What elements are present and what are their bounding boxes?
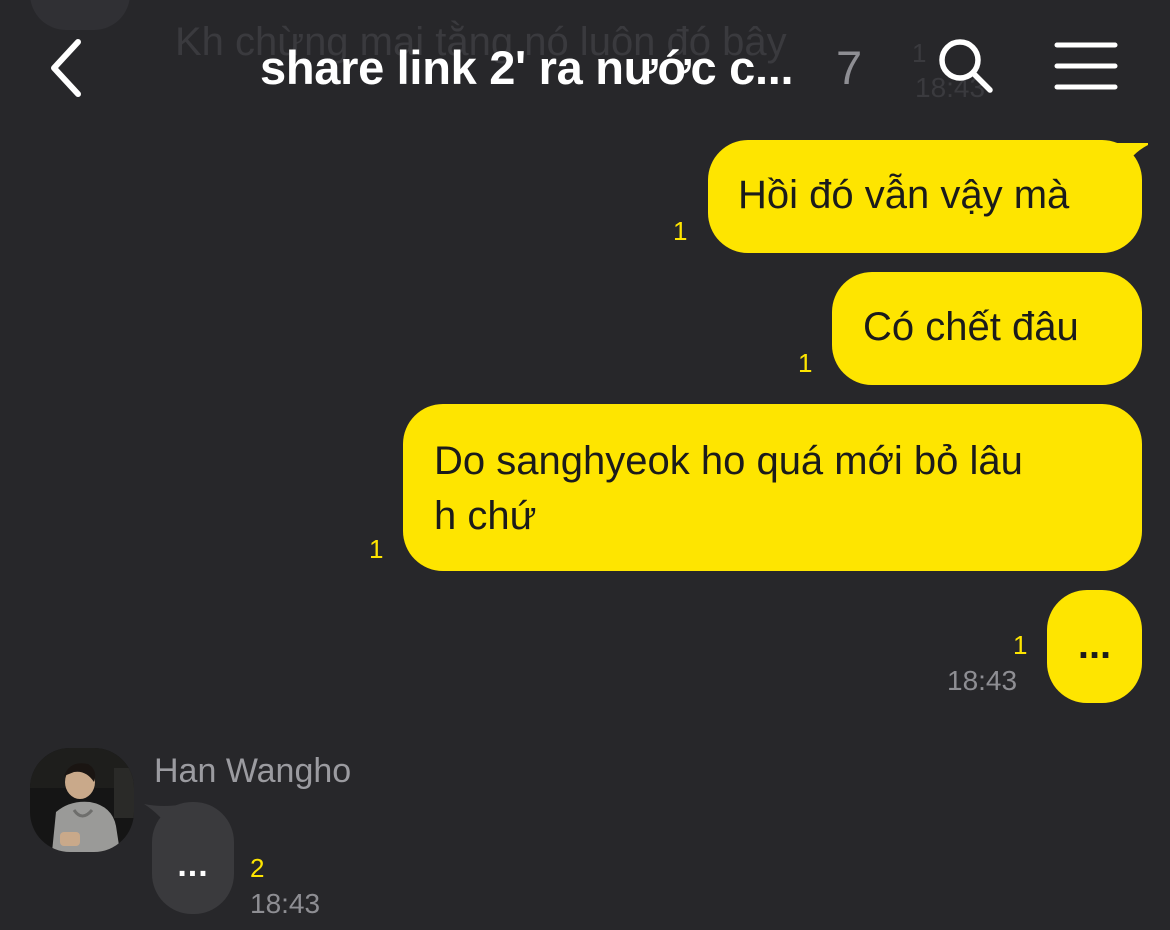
message-text: ... xyxy=(177,846,209,884)
unread-count: 1 xyxy=(798,348,813,378)
sent-message-bubble[interactable]: Hồi đó vẫn vậy mà xyxy=(708,140,1142,253)
sent-message-bubble[interactable]: ... xyxy=(1047,590,1142,703)
member-count: 7 xyxy=(836,41,863,94)
message-text: Do sanghyeok ho quá mới bỏ lâu h chứ xyxy=(434,439,1023,538)
message-timestamp: 18:43 xyxy=(250,888,321,919)
unread-count: 2 xyxy=(250,853,265,883)
sent-message-bubble[interactable]: Có chết đâu xyxy=(832,272,1142,385)
message-text: ... xyxy=(1077,623,1112,667)
unread-count: 1 xyxy=(1013,630,1028,660)
unread-count: 1 xyxy=(673,216,688,246)
chevron-left-icon[interactable] xyxy=(44,36,94,100)
sent-message-bubble[interactable]: Do sanghyeok ho quá mới bỏ lâu h chứ xyxy=(403,404,1142,571)
ghost-avatar xyxy=(30,0,130,30)
sender-name: Han Wangho xyxy=(154,752,352,790)
message-timestamp: 18:43 xyxy=(947,665,1018,696)
message-text: Có chết đâu xyxy=(863,305,1079,349)
avatar[interactable] xyxy=(30,748,134,852)
unread-count: 1 xyxy=(369,534,384,564)
chat-screen: Kh chừng mai tằng nó luôn đó bây 1 18:43… xyxy=(0,0,1170,930)
hamburger-menu-icon[interactable] xyxy=(1054,40,1118,92)
ghost-unread-count: 1 xyxy=(912,38,927,68)
received-message-bubble[interactable]: ... xyxy=(152,802,234,914)
bubble-tail-icon xyxy=(1108,143,1148,173)
search-icon[interactable] xyxy=(936,36,996,96)
message-text: Hồi đó vẫn vậy mà xyxy=(738,173,1070,217)
chat-title[interactable]: share link 2' ra nước c... xyxy=(260,40,794,95)
